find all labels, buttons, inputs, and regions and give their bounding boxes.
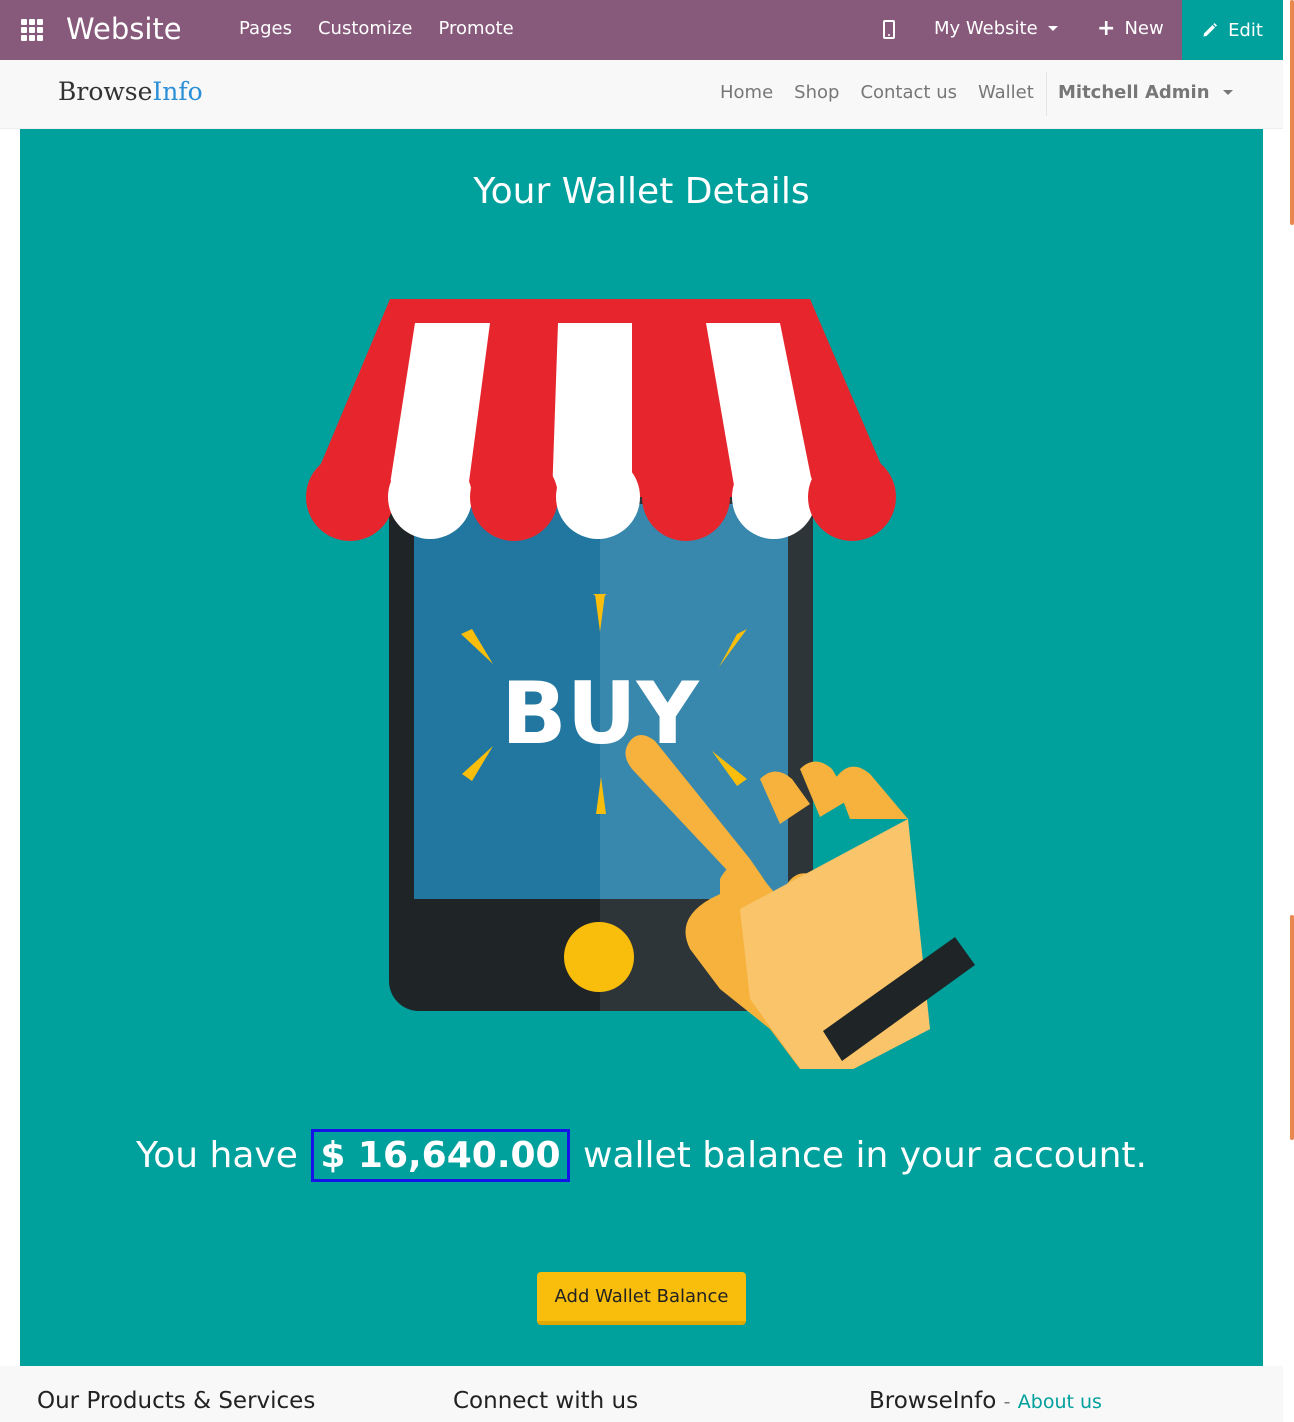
nav-shop[interactable]: Shop <box>794 82 839 103</box>
logo-text: Browse <box>58 77 153 106</box>
buy-illustration: BUY <box>306 299 975 1069</box>
footer-heading-connect: Connect with us <box>453 1388 639 1414</box>
top-navbar: Website Pages Customize Promote My Websi… <box>0 0 1283 60</box>
nav-wallet[interactable]: Wallet <box>978 82 1034 103</box>
app-title[interactable]: Website <box>66 12 182 46</box>
new-button-label: New <box>1124 18 1164 39</box>
pencil-icon <box>1203 23 1218 37</box>
user-menu[interactable]: Mitchell Admin <box>1058 82 1233 103</box>
footer-separator: - <box>1003 1391 1011 1413</box>
scrollbar-thumb-lower[interactable] <box>1290 915 1294 1140</box>
menu-customize[interactable]: Customize <box>318 18 412 39</box>
new-button[interactable]: + New <box>1097 15 1164 41</box>
apps-grid-icon[interactable] <box>21 19 43 41</box>
edit-button[interactable]: Edit <box>1182 0 1283 60</box>
site-nav: Home Shop Contact us Wallet <box>720 82 1034 103</box>
site-logo[interactable]: BrowseInfo <box>58 77 203 106</box>
balance-prefix: You have <box>136 1135 298 1176</box>
website-selector-label: My Website <box>934 18 1038 39</box>
site-header: BrowseInfo Home Shop Contact us Wallet M… <box>0 60 1283 129</box>
nav-home[interactable]: Home <box>720 82 773 103</box>
mobile-preview-icon[interactable] <box>883 20 895 39</box>
website-selector[interactable]: My Website <box>934 18 1058 39</box>
chevron-down-icon <box>1222 90 1233 95</box>
wallet-balance-amount: $ 16,640.00 <box>311 1129 570 1182</box>
plus-icon: + <box>1097 15 1116 41</box>
footer-company-name: BrowseInfo <box>869 1388 997 1414</box>
menu-pages[interactable]: Pages <box>239 18 292 39</box>
add-wallet-balance-button[interactable]: Add Wallet Balance <box>537 1272 746 1325</box>
menu-promote[interactable]: Promote <box>438 18 513 39</box>
buy-text: BUY <box>501 664 700 764</box>
nav-contact-us[interactable]: Contact us <box>860 82 957 103</box>
user-name: Mitchell Admin <box>1058 82 1210 103</box>
footer-heading-browseinfo: BrowseInfo - About us <box>869 1388 1102 1414</box>
top-menu: Pages Customize Promote <box>239 18 514 39</box>
footer-heading-products: Our Products & Services <box>37 1388 316 1414</box>
balance-text: You have $ 16,640.00 wallet balance in y… <box>20 1129 1263 1182</box>
nav-divider <box>1046 72 1047 116</box>
footer: Our Products & Services Connect with us … <box>0 1366 1283 1422</box>
edit-button-label: Edit <box>1228 19 1263 41</box>
chevron-down-icon <box>1047 26 1058 31</box>
footer-about-us-link[interactable]: About us <box>1018 1391 1102 1413</box>
page-title: Your Wallet Details <box>473 171 810 212</box>
balance-suffix: wallet balance in your account. <box>583 1135 1147 1176</box>
scrollbar-thumb[interactable] <box>1290 0 1294 225</box>
logo-text-accent: Info <box>152 77 203 106</box>
wallet-panel: Your Wallet Details BUY You have $ 16,64… <box>20 129 1263 1366</box>
